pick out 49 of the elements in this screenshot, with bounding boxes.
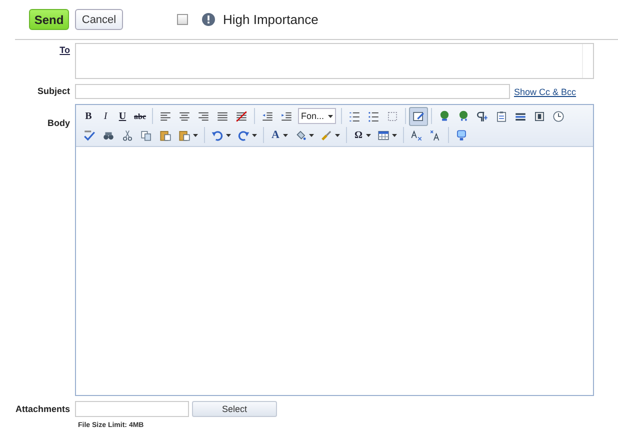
subject-label: Subject	[37, 85, 70, 96]
undo-icon	[211, 128, 224, 142]
strikethrough-button[interactable]: abc	[131, 106, 149, 126]
spellcheck-icon	[83, 128, 96, 142]
paste-icon	[159, 128, 172, 142]
font-select[interactable]: Fon...	[298, 108, 336, 124]
clipboard-icon	[495, 110, 508, 122]
brush-icon	[320, 128, 333, 142]
cancel-button[interactable]: Cancel	[75, 9, 123, 30]
show-blocks-button[interactable]	[409, 106, 428, 126]
indent-icon	[280, 110, 293, 122]
align-left-icon	[159, 110, 172, 122]
attachment-field[interactable]	[75, 401, 189, 417]
clock-icon	[552, 110, 566, 122]
underline-button[interactable]: U	[114, 106, 131, 126]
table-icon	[377, 128, 390, 142]
dotted-square-icon	[386, 110, 400, 122]
align-center-icon	[178, 110, 191, 122]
paint-bucket-icon	[294, 128, 307, 142]
copy-icon	[140, 128, 153, 142]
body-label: Body	[48, 117, 70, 128]
bold-button[interactable]: B	[80, 106, 97, 126]
superscript-icon	[429, 128, 442, 142]
to-link[interactable]: To	[60, 43, 70, 55]
paragraph-icon	[476, 110, 490, 122]
symbol-button[interactable]: Ω	[350, 126, 374, 144]
paste-icon	[178, 128, 191, 142]
clear-format-icon	[235, 110, 248, 122]
font-color-button[interactable]: A	[267, 126, 291, 144]
bullet-list-icon	[367, 110, 380, 122]
importance-checkbox[interactable]	[177, 14, 188, 25]
send-button[interactable]: Send	[29, 9, 69, 30]
select-button[interactable]: Select	[192, 401, 277, 417]
numbered-list-icon	[348, 110, 362, 122]
show-cc-bcc-link[interactable]: Show Cc & Bcc	[514, 86, 576, 96]
caret-icon	[328, 114, 334, 118]
to-field[interactable]	[75, 43, 594, 79]
importance-label: High Importance	[223, 12, 318, 27]
show-blocks-icon	[412, 110, 426, 122]
attachments-label: Attachments	[15, 403, 70, 414]
outdent-icon	[261, 110, 274, 122]
redo-icon	[237, 128, 250, 142]
exclamation-icon	[202, 13, 215, 26]
subject-field[interactable]	[75, 84, 510, 99]
italic-button[interactable]: I	[97, 106, 114, 126]
justify-icon	[216, 110, 229, 122]
scissors-icon	[121, 128, 134, 142]
subscript-icon	[410, 128, 423, 142]
align-right-icon	[197, 110, 210, 122]
